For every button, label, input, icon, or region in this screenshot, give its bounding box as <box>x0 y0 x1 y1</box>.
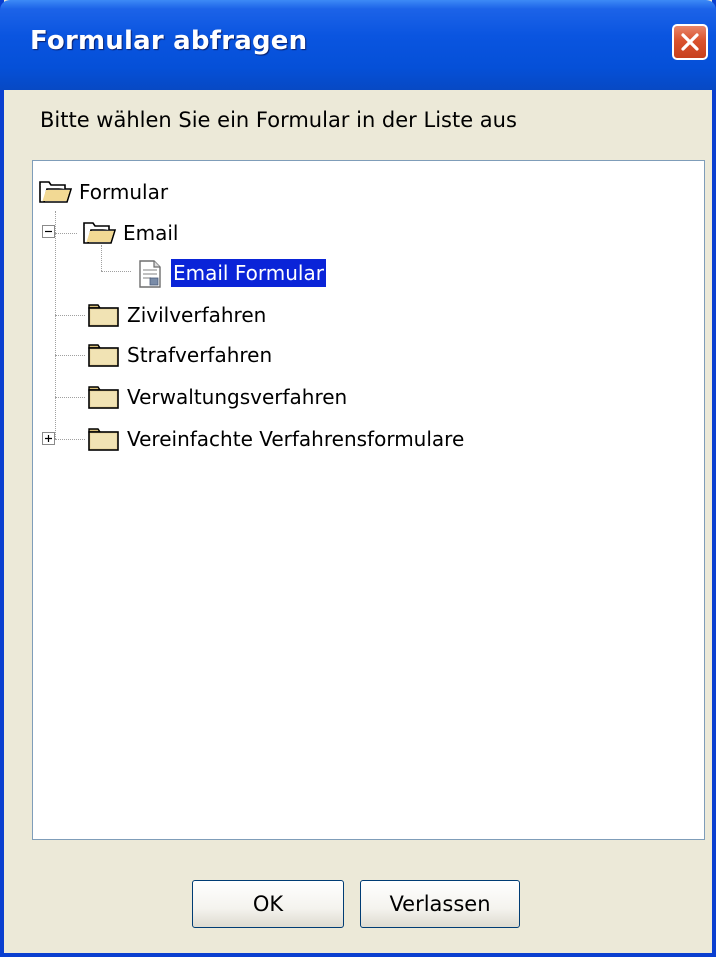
tree-item-label: Vereinfachte Verfahrensformulare <box>127 427 465 451</box>
tree-connector <box>55 355 85 356</box>
tree-item-email[interactable]: Email <box>81 214 181 252</box>
instruction-text: Bitte wählen Sie ein Formular in der Lis… <box>40 108 517 132</box>
plus-icon <box>45 435 52 442</box>
tree-item-strafverfahren[interactable]: Strafverfahren <box>85 336 274 374</box>
folder-icon <box>85 425 125 453</box>
ok-button[interactable]: OK <box>192 880 344 928</box>
collapse-toggle-email[interactable] <box>42 225 55 238</box>
tree-item-label: Email Formular <box>171 259 326 287</box>
tree-item-label: Verwaltungsverfahren <box>127 385 348 409</box>
title-bar[interactable]: Formular abfragen <box>0 0 716 90</box>
tree-item-root[interactable]: Formular <box>37 173 170 211</box>
dialog-title: Formular abfragen <box>30 26 308 56</box>
tree-connector <box>55 397 85 398</box>
tree-item-vereinfachte-verfahrensformulare[interactable]: Vereinfachte Verfahrensformulare <box>85 420 466 458</box>
close-button[interactable] <box>672 24 708 60</box>
open-folder-icon <box>81 219 121 247</box>
tree-connector <box>55 315 85 316</box>
folder-icon <box>85 383 125 411</box>
close-icon <box>681 33 699 51</box>
folder-icon <box>85 341 125 369</box>
folder-icon <box>85 301 125 329</box>
tree-item-verwaltungsverfahren[interactable]: Verwaltungsverfahren <box>85 378 349 416</box>
tree-item-zivilverfahren[interactable]: Zivilverfahren <box>85 296 268 334</box>
tree-connector <box>55 211 56 439</box>
tree-item-label: Zivilverfahren <box>127 303 267 327</box>
form-tree[interactable]: Formular Email Email Formular Zivilverfa… <box>32 160 705 840</box>
tree-item-label: Formular <box>79 180 169 204</box>
tree-item-label: Strafverfahren <box>127 343 273 367</box>
tree-item-email-formular[interactable]: Email Formular <box>133 254 326 292</box>
tree-connector <box>101 271 131 272</box>
exit-button[interactable]: Verlassen <box>360 880 520 928</box>
tree-connector <box>55 233 77 234</box>
tree-connector <box>55 439 85 440</box>
form-document-icon <box>133 259 171 288</box>
minus-icon <box>45 230 52 233</box>
tree-item-label: Email <box>123 221 179 245</box>
expand-toggle-vereinfachte[interactable] <box>42 432 55 445</box>
open-folder-icon <box>37 178 77 206</box>
